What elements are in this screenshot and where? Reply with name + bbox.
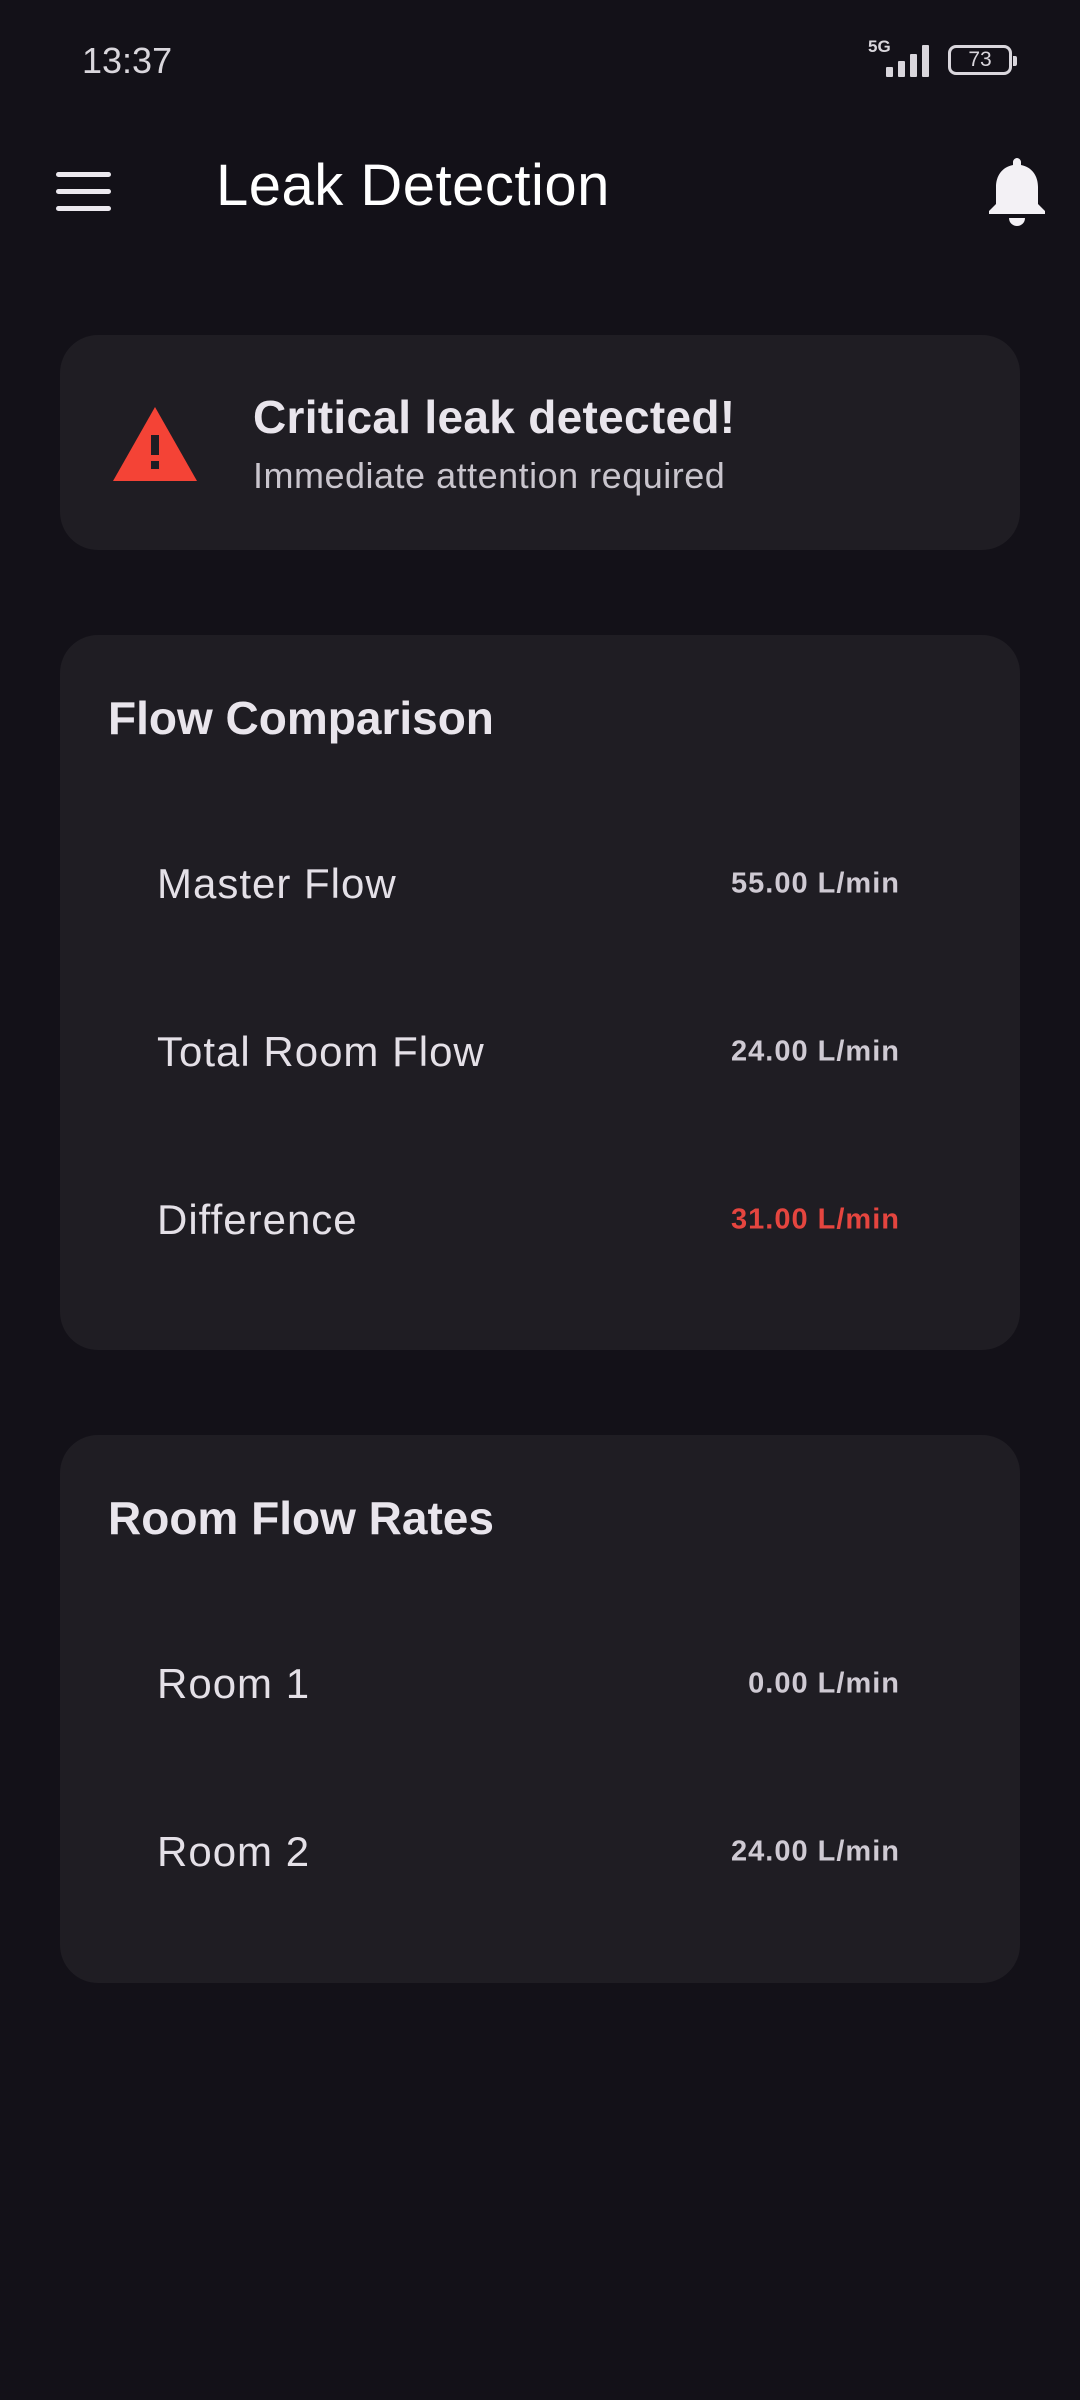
network-type-label: 5G — [868, 37, 891, 56]
row-value: 0.00 L/min — [748, 1667, 900, 1700]
difference-row: Difference 31.00 L/min — [60, 1136, 1020, 1304]
row-value: 55.00 L/min — [731, 867, 900, 900]
room-flow-rates-card: Room Flow Rates Room 1 0.00 L/min Room 2… — [60, 1435, 1020, 1983]
menu-button[interactable] — [40, 158, 128, 224]
room-flow-rates-title: Room Flow Rates — [108, 1492, 494, 1544]
row-label: Master Flow — [157, 860, 397, 907]
leak-alert-card: Critical leak detected! Immediate attent… — [60, 335, 1020, 550]
room-2-row: Room 2 24.00 L/min — [60, 1768, 1020, 1936]
row-label: Room 2 — [157, 1828, 311, 1875]
status-icons: 5G 73 — [868, 37, 1017, 80]
row-value: 24.00 L/min — [731, 1835, 900, 1868]
row-label: Room 1 — [157, 1660, 311, 1707]
room-1-row: Room 1 0.00 L/min — [60, 1600, 1020, 1768]
app-bar: Leak Detection — [0, 130, 1080, 252]
battery-icon: 73 — [948, 45, 1017, 75]
bell-icon — [989, 158, 1045, 226]
status-bar: 13:37 5G 73 — [0, 0, 1080, 110]
alert-title: Critical leak detected! — [253, 391, 736, 443]
battery-level: 73 — [968, 48, 992, 71]
row-value: 24.00 L/min — [731, 1035, 900, 1068]
row-label: Total Room Flow — [157, 1028, 485, 1075]
flow-comparison-card: Flow Comparison Master Flow 55.00 L/min … — [60, 635, 1020, 1350]
status-time: 13:37 — [82, 40, 173, 81]
flow-comparison-title: Flow Comparison — [108, 692, 494, 744]
difference-value: 31.00 L/min — [731, 1203, 900, 1236]
row-label: Difference — [157, 1196, 358, 1243]
total-room-flow-row: Total Room Flow 24.00 L/min — [60, 968, 1020, 1136]
alert-subtitle: Immediate attention required — [253, 455, 726, 496]
leak-detection-screen: 13:37 5G 73 Leak Detection Critical leak… — [0, 0, 1080, 2400]
notifications-button[interactable] — [982, 152, 1052, 232]
signal-icon: 5G — [868, 37, 932, 79]
warning-triangle-icon — [113, 407, 197, 481]
master-flow-row: Master Flow 55.00 L/min — [60, 800, 1020, 968]
page-title: Leak Detection — [216, 153, 610, 218]
